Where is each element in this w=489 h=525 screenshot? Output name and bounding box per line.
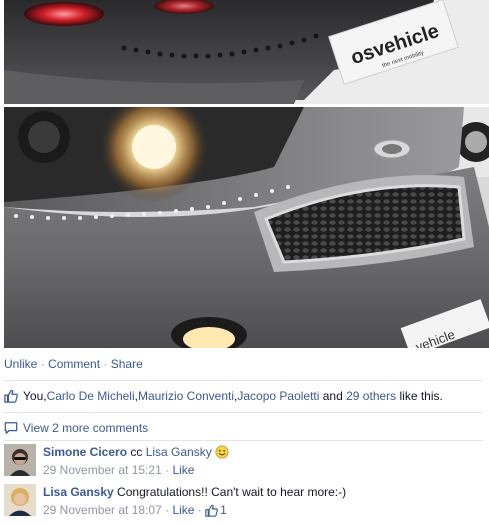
comment-author[interactable]: Lisa Gansky (43, 485, 114, 499)
likes-prefix: You, (23, 389, 47, 403)
likes-others-link[interactable]: 29 others (346, 388, 396, 404)
comment-item: Lisa Gansky Congratulations!! Can't wait… (4, 484, 489, 518)
comment-like-link[interactable]: Like (172, 502, 194, 518)
divider (4, 440, 483, 441)
view-more-comments[interactable]: View 2 more comments (4, 420, 148, 436)
divider (4, 412, 483, 413)
photo-top-image: osvehicle the next mobility (4, 0, 489, 104)
divider (4, 380, 483, 381)
comment-text: cc (127, 445, 146, 459)
comment-link[interactable]: Comment (48, 357, 100, 371)
comment-date[interactable]: 29 November at 18:07 (43, 502, 162, 518)
post-actions: Unlike · Comment · Share (4, 356, 143, 372)
likes-and: and (319, 389, 347, 403)
comment-date[interactable]: 29 November at 15:21 (43, 462, 162, 478)
comment-mention[interactable]: Lisa Gansky (146, 445, 212, 459)
liker-link[interactable]: Carlo De Micheli (47, 388, 135, 404)
like-count-value: 1 (220, 503, 227, 517)
post-photo-top[interactable]: osvehicle the next mobility (4, 0, 489, 104)
action-separator: · (40, 357, 45, 371)
thumbs-up-icon (205, 504, 218, 517)
photo-main-image: vehicle (4, 107, 489, 348)
post-photo-main[interactable]: vehicle (4, 107, 489, 348)
comment-like-count[interactable]: 1 (205, 502, 227, 518)
view-more-label[interactable]: View 2 more comments (23, 420, 148, 436)
unlike-link[interactable]: Unlike (4, 357, 37, 371)
liker-link[interactable]: Jacopo Paoletti (237, 388, 319, 404)
likes-suffix: like this. (396, 389, 443, 403)
share-link[interactable]: Share (111, 357, 143, 371)
meta-separator: · (197, 503, 202, 517)
thumbs-up-icon (4, 389, 18, 403)
likes-summary: You, Carlo De Micheli , Maurizio Convent… (4, 388, 443, 404)
avatar[interactable] (4, 484, 36, 516)
comment-bubble-icon (4, 422, 18, 434)
meta-separator: · (165, 503, 170, 517)
comment-author[interactable]: Simone Cicero (43, 445, 127, 459)
smile-icon (215, 445, 229, 459)
comment-text: Congratulations!! Can't wait to hear mor… (113, 485, 347, 499)
action-separator: · (103, 357, 108, 371)
liker-link[interactable]: Maurizio Conventi (138, 388, 234, 404)
avatar[interactable] (4, 444, 36, 476)
comment-like-link[interactable]: Like (172, 462, 194, 478)
comment-item: Simone Cicero cc Lisa Gansky 29 November… (4, 444, 489, 478)
meta-separator: · (165, 463, 170, 477)
